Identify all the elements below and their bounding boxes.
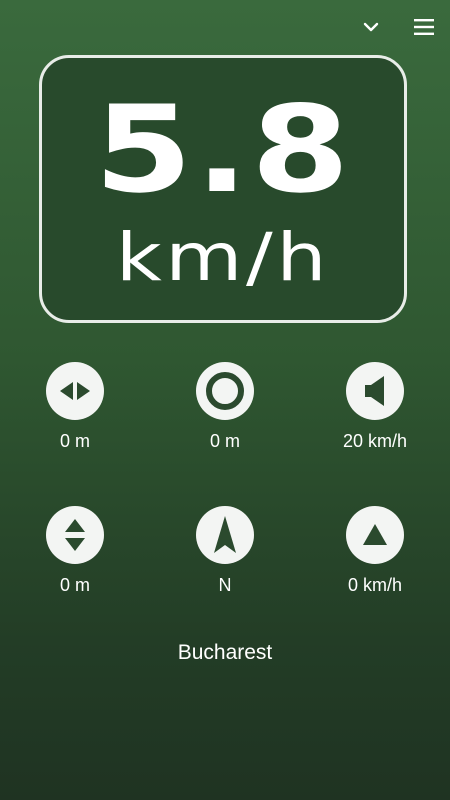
speed-alert-stat: 20 km/h	[310, 362, 440, 451]
speaker-icon	[365, 376, 384, 406]
target-icon	[206, 372, 244, 410]
compass-icon	[214, 516, 236, 553]
heading-value: N	[218, 575, 232, 595]
horizontal-distance-stat: 0 m	[10, 362, 140, 451]
target-distance-value: 0 m	[209, 431, 240, 451]
vertical-distance-value: 0 m	[59, 575, 90, 595]
speed-unit: km/h	[115, 219, 331, 296]
target-distance-stat: 0 m	[160, 362, 290, 451]
vertical-distance-icon	[65, 519, 85, 551]
vertical-distance-button[interactable]	[46, 506, 104, 564]
max-speed-button[interactable]	[346, 506, 404, 564]
horizontal-distance-icon	[60, 382, 90, 400]
top-bar	[0, 0, 450, 54]
chevron-down-icon[interactable]	[358, 14, 384, 40]
speed-alert-button[interactable]	[346, 362, 404, 420]
hamburger-menu-icon[interactable]	[411, 14, 437, 40]
heading-button[interactable]	[196, 506, 254, 564]
target-distance-button[interactable]	[196, 362, 254, 420]
heading-stat: N	[160, 506, 290, 595]
speed-alert-value: 20 km/h	[342, 431, 408, 451]
max-speed-icon	[363, 524, 387, 545]
vertical-distance-stat: 0 m	[10, 506, 140, 595]
horizontal-distance-button[interactable]	[46, 362, 104, 420]
speedometer-panel: 5.8 km/h	[39, 55, 407, 323]
max-speed-value: 0 km/h	[347, 575, 403, 595]
max-speed-stat: 0 km/h	[310, 506, 440, 595]
speed-value: 5.8	[94, 81, 352, 220]
horizontal-distance-value: 0 m	[59, 431, 90, 451]
location-city: Bucharest	[177, 641, 273, 664]
